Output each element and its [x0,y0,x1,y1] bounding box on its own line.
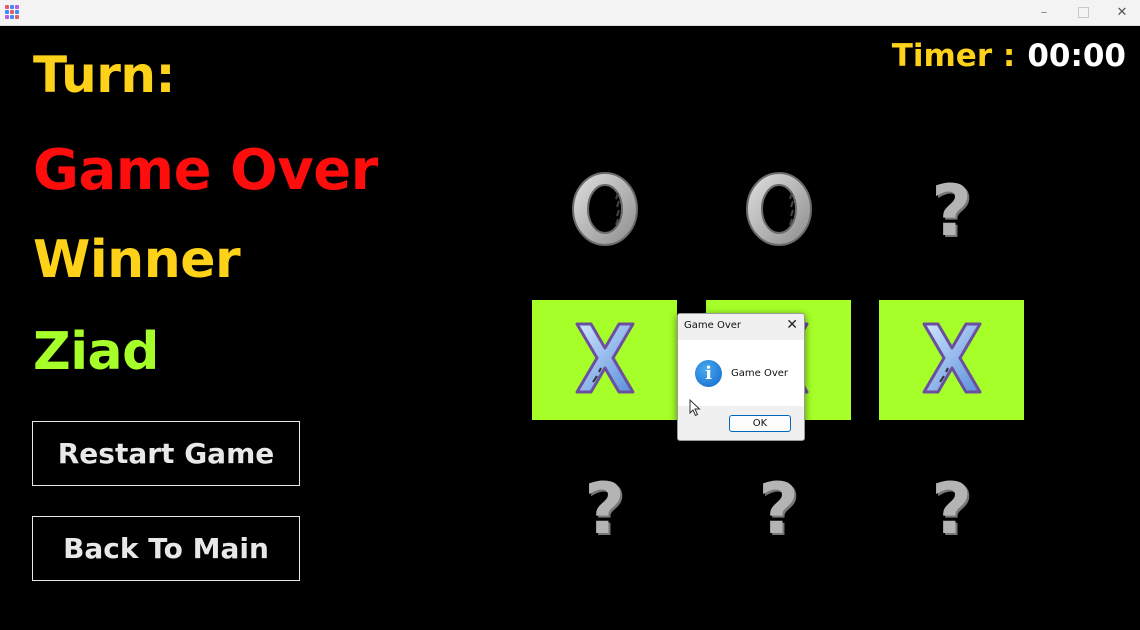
close-window-button[interactable]: ✕ [1104,0,1140,25]
o-mark-icon [569,169,641,253]
board-cell[interactable] [532,300,677,420]
maximize-button[interactable] [1065,0,1101,25]
question-mark-icon: ? [584,468,625,550]
board-cell[interactable] [706,151,851,271]
x-mark-icon [920,320,984,400]
turn-label: Turn: [33,46,175,104]
board-cell[interactable]: ? [879,151,1024,271]
app-grid-icon [5,5,19,19]
result-label: Winner [33,230,241,290]
board-cell[interactable]: ? [706,449,851,569]
question-mark-icon: ? [758,468,799,550]
restart-game-button[interactable]: Restart Game [32,421,300,486]
back-to-main-button[interactable]: Back To Main [32,516,300,581]
info-icon: i [695,360,722,387]
dialog-message: Game Over [731,368,789,379]
board-cell[interactable]: ? [879,449,1024,569]
dialog-titlebar: Game Over ✕ [678,314,804,340]
timer-value: 00:00 [1027,38,1126,74]
dialog-close-icon[interactable]: ✕ [786,317,798,333]
mouse-cursor-icon [689,399,701,417]
board-cell[interactable] [879,300,1024,420]
winner-name: Ziad [33,322,159,382]
game-over-dialog: Game Over ✕ i Game Over OK [677,313,805,441]
game-status: Game Over [33,138,378,203]
window-titlebar: – ✕ [0,0,1140,26]
question-mark-icon: ? [931,170,972,252]
timer-label: Timer : [891,38,1016,74]
board-cell[interactable]: ? [532,449,677,569]
dialog-title: Game Over [684,320,742,331]
minimize-button[interactable]: – [1026,0,1062,25]
question-mark-icon: ? [931,468,972,550]
o-mark-icon [743,169,815,253]
x-mark-icon [573,320,637,400]
ok-button[interactable]: OK [729,415,791,432]
board-cell[interactable] [532,151,677,271]
timer: Timer : 00:00 [892,38,1126,74]
